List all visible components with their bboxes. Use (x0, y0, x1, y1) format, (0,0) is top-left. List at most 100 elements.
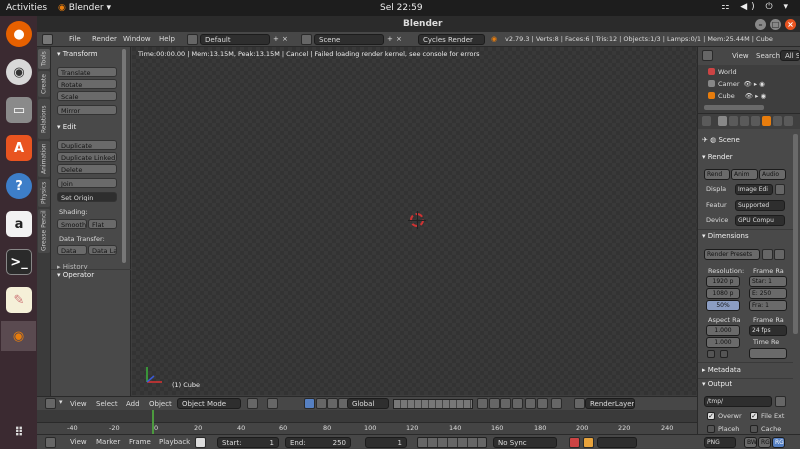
screen-layout-icon[interactable] (187, 34, 198, 45)
audio-button[interactable]: Audio (759, 169, 786, 180)
playback-controls[interactable] (417, 437, 487, 448)
render-presets-select[interactable]: Render Presets (704, 249, 760, 260)
aspect-x-field[interactable]: 1.000 (706, 325, 740, 336)
system-indicators[interactable]: ⚏ ◀) ⏻ ▾ (721, 2, 792, 12)
render-layer-icon[interactable] (574, 398, 585, 409)
outliner-item-camera[interactable]: Camer 👁 ▸ ◉ (708, 80, 765, 88)
show-apps-icon[interactable]: ⠿ (6, 419, 32, 445)
menu-search[interactable]: Search (756, 52, 780, 60)
menu-view[interactable]: View (732, 52, 749, 60)
mode-select[interactable]: Object Mode (177, 398, 241, 409)
start-frame-field[interactable]: Start: 1 (217, 437, 279, 448)
tool-shelf-scrollbar[interactable] (122, 49, 126, 263)
editor-type-icon[interactable] (42, 34, 53, 45)
lock-interface-icon[interactable] (775, 184, 785, 195)
resolution-y-field[interactable]: 1080 p (706, 288, 740, 299)
object-tab-icon[interactable] (762, 116, 771, 126)
menu-window[interactable]: Window (123, 35, 151, 43)
app-menu[interactable]: ◉ Blender ▾ (58, 3, 111, 13)
camera-icon[interactable] (551, 398, 562, 409)
rotate-button[interactable]: Rotate (57, 79, 117, 89)
menu-view[interactable]: View (70, 438, 87, 446)
render-anim-icon[interactable] (537, 398, 548, 409)
viewport-shading-icon[interactable] (247, 398, 258, 409)
world-tab-icon[interactable] (751, 116, 760, 126)
tab-relations[interactable]: Relations (38, 99, 50, 139)
end-frame-field[interactable]: End: 250 (285, 437, 351, 448)
operator-header[interactable]: ▾ Operator (57, 271, 94, 279)
pivot-point-icon[interactable] (267, 398, 278, 409)
cache-checkbox[interactable] (750, 425, 758, 433)
device-select[interactable]: GPU Compu (735, 215, 785, 226)
render-engine-select[interactable]: Cycles Render (418, 34, 485, 45)
frame-step-field[interactable]: Fra: 1 (749, 300, 787, 311)
rhythmbox-icon[interactable]: ◉ (6, 59, 32, 85)
firefox-icon[interactable]: ● (6, 21, 32, 47)
editor-type-icon[interactable] (45, 437, 56, 448)
menu-view[interactable]: View (70, 400, 87, 408)
data-button[interactable]: Data (57, 245, 87, 255)
tab-grease-pencil[interactable]: Grease Pencil (38, 209, 50, 253)
output-panel-header[interactable]: ▾ Output (702, 380, 732, 388)
tab-create[interactable]: Create (38, 71, 50, 97)
remove-preset-icon[interactable] (774, 249, 785, 260)
text-editor-icon[interactable]: ✎ (6, 287, 32, 313)
frame-end-field[interactable]: E: 250 (749, 288, 787, 299)
menu-file[interactable]: File (69, 35, 81, 43)
transform-header[interactable]: ▾ Transform (57, 50, 98, 58)
translate-button[interactable]: Translate (57, 67, 117, 77)
mirror-button[interactable]: Mirror (57, 105, 117, 115)
timeline-ruler[interactable]: -40 -20 0 20 40 60 80 100 120 140 160 18… (37, 422, 697, 434)
timeline-area[interactable]: -40 -20 0 20 40 60 80 100 120 140 160 18… (37, 410, 697, 434)
render-icon[interactable] (525, 398, 536, 409)
snap-target-icon[interactable] (512, 398, 523, 409)
add-preset-icon[interactable] (762, 249, 773, 260)
render-tab-icon[interactable] (718, 116, 727, 126)
remove-layout-icon[interactable]: × (282, 35, 288, 43)
rgb-button[interactable]: RG (758, 437, 771, 448)
animation-button[interactable]: Anim (731, 169, 758, 180)
data-tab-icon[interactable] (784, 116, 793, 126)
scale-button[interactable]: Scale (57, 91, 117, 101)
add-scene-icon[interactable]: + (387, 35, 393, 43)
frame-rate-select[interactable]: 24 fps (749, 325, 787, 336)
timeline-keyframes[interactable] (37, 410, 697, 422)
keying-icon[interactable] (583, 437, 594, 448)
tab-animation[interactable]: Animation (38, 141, 50, 177)
maximize-icon[interactable]: □ (770, 19, 781, 30)
menu-object[interactable]: Object (149, 400, 172, 408)
render-panel-header[interactable]: ▾ Render (702, 153, 733, 161)
lock-camera-icon[interactable] (477, 398, 488, 409)
translate-manipulator-icon[interactable] (316, 398, 327, 409)
screen-layout-field[interactable]: Default (200, 34, 270, 45)
menu-frame[interactable]: Frame (129, 438, 151, 446)
editor-type-icon[interactable] (702, 116, 711, 126)
tab-physics[interactable]: Physics (38, 179, 50, 207)
menu-select[interactable]: Select (96, 400, 118, 408)
manipulator-icon[interactable] (304, 398, 315, 409)
dimensions-panel-header[interactable]: ▾ Dimensions (702, 232, 749, 240)
tab-tools[interactable]: Tools (38, 49, 50, 69)
properties-scrollbar[interactable] (793, 134, 798, 334)
join-button[interactable]: Join (57, 178, 117, 188)
snap-icon[interactable] (500, 398, 511, 409)
editor-type-icon[interactable] (45, 398, 56, 409)
minimize-icon[interactable]: – (755, 19, 766, 30)
menu-marker[interactable]: Marker (96, 438, 120, 446)
add-layout-icon[interactable]: + (273, 35, 279, 43)
clock[interactable]: Sel 22:59 (380, 3, 423, 13)
aspect-y-field[interactable]: 1.000 (706, 337, 740, 348)
visibility-icons[interactable]: 👁 ▸ ◉ (744, 80, 765, 88)
keying-set-field[interactable] (597, 437, 637, 448)
current-frame-cursor[interactable] (152, 410, 154, 434)
blender-launcher-icon[interactable]: ◉ (1, 321, 36, 351)
preview-range-icon[interactable] (195, 437, 206, 448)
menu-render[interactable]: Render (92, 35, 117, 43)
edit-header[interactable]: ▾ Edit (57, 123, 76, 131)
3d-viewport[interactable]: Time:00:00.00 | Mem:13.15M, Peak:13.15M … (132, 47, 697, 395)
outliner-scrollbar[interactable] (704, 105, 764, 110)
flat-button[interactable]: Flat (88, 219, 117, 229)
duplicate-button[interactable]: Duplicate (57, 140, 117, 150)
outliner-item-world[interactable]: World (708, 68, 737, 76)
orientation-select[interactable]: Global (347, 398, 389, 409)
